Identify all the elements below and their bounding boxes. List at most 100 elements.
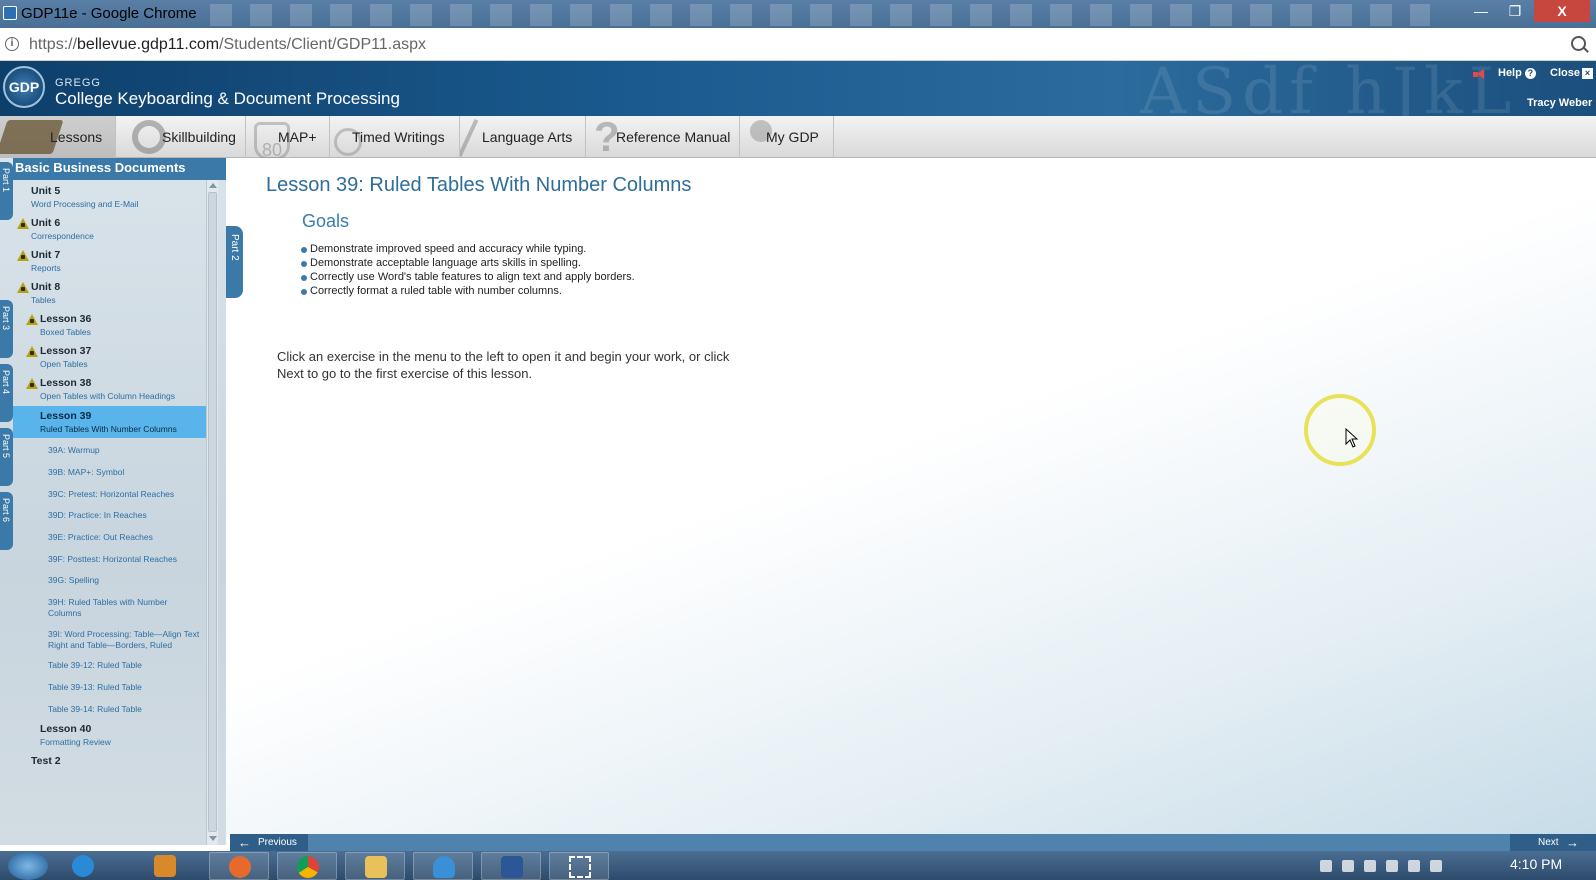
close-app-link[interactable]: Close × — [1550, 67, 1593, 79]
part-tab-3[interactable]: Part 3 — [0, 300, 13, 358]
minimize-button[interactable]: — — [1466, 0, 1496, 22]
lesson-title: Lesson 39: Ruled Tables With Number Colu… — [266, 174, 692, 196]
onedrive-icon[interactable] — [413, 852, 473, 880]
tray-icon — [1364, 860, 1376, 872]
battery-icon — [1408, 860, 1420, 872]
goals-heading: Goals — [302, 211, 350, 231]
chrome-icon[interactable] — [277, 852, 337, 880]
exercise-item[interactable]: 39C: Pretest: Horizontal Reaches — [48, 489, 204, 500]
brand-publisher: GREGG — [55, 77, 101, 89]
firefox-icon[interactable] — [209, 852, 269, 880]
gdp-logo: GDP — [3, 66, 45, 108]
tab-my-gdp[interactable]: My GDP — [740, 116, 834, 158]
help-link[interactable]: Help? — [1498, 67, 1536, 79]
part-tab-6[interactable]: Part 6 — [0, 492, 13, 550]
lesson-content: Lesson 39: Ruled Tables With Number Colu… — [226, 158, 1596, 836]
lock-icon — [17, 282, 29, 293]
app-icon — [3, 6, 17, 20]
exercise-item[interactable]: Table 39-14: Ruled Table — [48, 704, 198, 715]
word-icon[interactable] — [481, 852, 541, 880]
sidebar-item-lesson-38[interactable]: Lesson 38 Open Tables with Column Headin… — [13, 374, 206, 406]
tab-lessons[interactable]: Lessons — [0, 116, 116, 158]
exercise-item[interactable]: Table 39-12: Ruled Table — [48, 660, 198, 671]
close-window-button[interactable]: X — [1534, 0, 1590, 22]
lesson-footer-bar: Previous Next — [230, 834, 1596, 851]
taskbar-ghost-strip — [210, 4, 1430, 26]
exercise-item[interactable]: 39G: Spelling — [48, 575, 198, 586]
exercise-item[interactable]: 39I: Word Processing: Table—Align Text R… — [48, 629, 204, 651]
taskbar-clock[interactable]: 4:10 PM — [1510, 856, 1562, 872]
header-background-letters: ASdf hJkL — [1140, 61, 1518, 116]
app-header: ASdf hJkL GDP GREGG College Keyboarding … — [0, 61, 1596, 116]
exercise-item[interactable]: 39D: Practice: In Reaches — [48, 510, 198, 521]
tab-reference-manual[interactable]: ? Reference Manual — [586, 116, 740, 158]
sidebar-item-unit-6[interactable]: Unit 6 Correspondence — [13, 214, 206, 246]
url-field[interactable]: https://bellevue.gdp11.com/Students/Clie… — [29, 36, 426, 54]
bullet-icon — [301, 247, 307, 253]
start-button-icon[interactable] — [8, 852, 48, 880]
scroll-down-arrow-icon[interactable] — [209, 836, 217, 841]
exercise-item[interactable]: 39E: Practice: Out Reaches — [48, 532, 198, 543]
goal-item: Demonstrate improved speed and accuracy … — [301, 243, 586, 255]
part-tab-2[interactable]: Part 2 — [226, 226, 243, 298]
sidebar-scrollbar[interactable] — [206, 180, 218, 845]
cursor-highlight — [1304, 394, 1376, 466]
tab-map-plus[interactable]: 80 MAP+ — [246, 116, 330, 158]
part-tab-5[interactable]: Part 5 — [0, 428, 13, 486]
next-button[interactable]: Next — [1510, 834, 1596, 851]
tab-language-arts[interactable]: Language Arts — [460, 116, 586, 158]
network-icon — [1430, 860, 1442, 872]
user-name: Tracy Weber — [1527, 97, 1593, 109]
lock-icon — [26, 314, 38, 325]
main-nav: Lessons Skillbuilding 80 MAP+ Timed Writ… — [0, 116, 1596, 158]
exercise-item[interactable]: Table 39-13: Ruled Table — [48, 682, 198, 693]
previous-button[interactable]: Previous — [230, 834, 308, 851]
sidebar-item-lesson-39[interactable]: Lesson 39 Ruled Tables With Number Colum… — [13, 406, 206, 438]
scrollbar-thumb[interactable] — [208, 192, 217, 832]
part-tab-4[interactable]: Part 4 — [0, 364, 13, 422]
help-icon: ? — [1524, 68, 1536, 79]
tray-icon — [1320, 860, 1332, 872]
tab-skillbuilding[interactable]: Skillbuilding — [116, 116, 246, 158]
ie-icon[interactable] — [58, 852, 108, 880]
folder-icon[interactable] — [345, 852, 405, 880]
zoom-icon[interactable] — [1571, 36, 1586, 51]
exercise-item[interactable]: 39B: MAP+: Symbol — [48, 467, 198, 478]
system-tray — [1320, 858, 1480, 874]
pen-icon — [460, 119, 479, 157]
exercise-item[interactable]: 39H: Ruled Tables with Number Columns — [48, 597, 188, 619]
tab-timed-writings[interactable]: Timed Writings — [330, 116, 460, 158]
lock-icon — [17, 218, 29, 229]
goal-item: Correctly format a ruled table with numb… — [301, 285, 562, 297]
snipping-tool-icon[interactable] — [549, 852, 609, 880]
part-tabs: Part 1 Part 3 Part 4 Part 5 Part 6 — [0, 158, 13, 845]
sidebar-item-unit-7[interactable]: Unit 7 Reports — [13, 246, 206, 278]
lock-icon — [26, 378, 38, 389]
sidebar-item-lesson-40[interactable]: Lesson 40 Formatting Review — [13, 720, 206, 752]
maximize-button[interactable]: ❐ — [1500, 0, 1530, 22]
exercise-item[interactable]: 39F: Posttest: Horizontal Reaches — [48, 554, 204, 565]
address-bar[interactable]: i https://bellevue.gdp11.com/Students/Cl… — [0, 28, 1596, 61]
sidebar-item-lesson-37[interactable]: Lesson 37 Open Tables — [13, 342, 206, 374]
sidebar-item-unit-5[interactable]: Unit 5 Word Processing and E-Mail — [13, 182, 206, 214]
lesson-sidebar: Part 1 Part 3 Part 4 Part 5 Part 6 Basic… — [0, 158, 226, 845]
goal-item: Demonstrate acceptable language arts ski… — [301, 257, 581, 269]
speaker-icon[interactable] — [1473, 69, 1485, 79]
lock-icon — [17, 250, 29, 261]
sidebar-item-test-2[interactable]: Test 2 — [13, 752, 206, 776]
browser-title-bar: GDP11e - Google Chrome — ❐ X — [0, 0, 1596, 28]
close-icon: × — [1581, 68, 1593, 79]
target-icon — [132, 120, 166, 154]
goal-item: Correctly use Word's table features to a… — [301, 271, 635, 283]
media-player-icon[interactable] — [140, 852, 190, 880]
sidebar-header: Basic Business Documents — [13, 158, 226, 180]
scroll-up-arrow-icon[interactable] — [209, 183, 217, 188]
window-title: GDP11e - Google Chrome — [21, 5, 197, 22]
sidebar-item-lesson-36[interactable]: Lesson 36 Boxed Tables — [13, 310, 206, 342]
exercise-item[interactable]: 39A: Warmup — [48, 445, 198, 456]
sidebar-item-unit-8[interactable]: Unit 8 Tables — [13, 278, 206, 310]
part-tab-1[interactable]: Part 1 — [0, 162, 13, 220]
tray-icon — [1342, 860, 1354, 872]
site-info-icon[interactable]: i — [5, 37, 19, 51]
windows-taskbar: 4:10 PM — [0, 851, 1596, 880]
